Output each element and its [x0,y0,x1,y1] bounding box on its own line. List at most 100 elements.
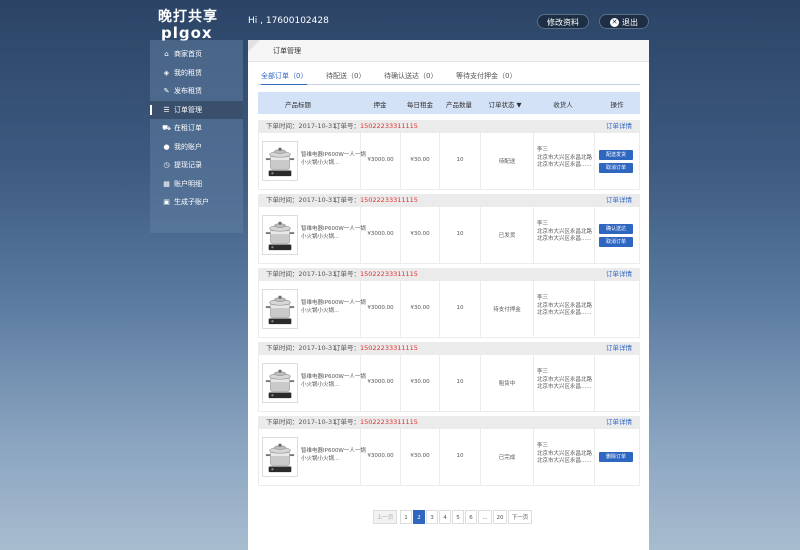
page-button-2[interactable]: 2 [413,510,425,524]
quantity-value: 10 [456,305,464,311]
order-action-button[interactable]: 取消订单 [599,237,633,247]
product-image[interactable] [262,437,298,477]
tab-pending-deposit[interactable]: 等待支付押金（0） [456,71,516,85]
order-detail-link[interactable]: 订单详情 [606,416,632,429]
order-action-button[interactable]: 配送发货 [599,150,633,160]
quantity-value-cell: 10 [440,207,481,263]
rent-value-cell: ¥30.00 [401,207,440,263]
home-icon: ⌂ [164,50,169,58]
sidebar-item-5[interactable]: ● 我的账户 [150,138,243,157]
tab-pending-delivery[interactable]: 待配送（0） [326,71,365,85]
order-detail-link[interactable]: 订单详情 [606,268,632,281]
page-button-ellipsis[interactable]: ... [478,510,492,524]
order-number-value: 15022233311115 [360,270,418,278]
receiver-address-1: 北京市大兴区永昌北路 [537,376,593,383]
order-number-value: 15022233311115 [360,122,418,130]
receiver-name: 李三 [537,147,549,153]
rent-value: ¥30.00 [410,453,430,459]
page-button-1[interactable]: 1 [400,510,412,524]
sidebar-item-8[interactable]: ▣ 生成子账户 [150,193,243,212]
order-tabs: 全部订单（0） 待配送（0） 待确认送达（0） 等待支付押金（0） [258,71,640,85]
th-receiver: 收货人 [553,101,573,109]
logout-button[interactable]: ✕ 退出 [599,14,649,29]
order-action-button[interactable]: 删除订单 [599,452,633,462]
sidebar-item-0[interactable]: ⌂ 商家首页 [150,45,243,64]
table-header: 产品标题 押金 每日租金 产品数量 订单状态 ▼ 收货人 操作 [258,92,640,114]
product-image[interactable] [262,215,298,255]
order-detail-link[interactable]: 订单详情 [606,120,632,133]
tab-all-orders[interactable]: 全部订单（0） [261,71,308,85]
next-page-button[interactable]: 下一页 [508,510,532,524]
status-value: 已完成 [498,455,516,461]
rent-value-cell: ¥30.00 [401,133,440,189]
sidebar-item-label: 我的租赁 [174,68,202,77]
product-image[interactable] [262,289,298,329]
product-image[interactable] [262,141,298,181]
product-cell: 智维电器IP600W一人一锅小火锅小火锅... [259,281,366,337]
receiver-address-2: 北京市大兴区永昌...... [537,310,592,316]
deposit-value-cell: ¥3000.00 [361,355,401,411]
page-button-20[interactable]: 20 [493,510,507,524]
rent-value: ¥30.00 [410,305,430,311]
deposit-value-cell: ¥3000.00 [361,429,401,485]
receiver-info: 李三 北京市大兴区永昌北路 北京市大兴区永昌...... [537,443,592,466]
edit-profile-button[interactable]: 修改资料 [537,14,589,29]
order-row: 智维电器IP600W一人一锅小火锅小火锅... ¥3000.00 ¥30.00 10 待… [258,281,640,338]
page-title-bar: 订单管理 [248,40,649,62]
status-value: 租赁中 [498,381,516,387]
receiver-name: 李三 [537,443,549,449]
sidebar-item-6[interactable]: ◷ 提现记录 [150,156,243,175]
actions-cell [595,355,641,411]
status-value: 待配送 [498,159,516,165]
page-button-4[interactable]: 4 [439,510,451,524]
sidebar-item-4[interactable]: ⛟ 在租订单 [150,119,243,138]
deposit-value: ¥3000.00 [367,157,394,163]
product-name[interactable]: 智维电器IP600W一人一锅小火锅小火锅... [301,225,367,241]
th-status[interactable]: 订单状态 ▼ [480,99,530,109]
sidebar-item-2[interactable]: ✎ 发布租赁 [150,82,243,101]
order-row: 智维电器IP600W一人一锅小火锅小火锅... ¥3000.00 ¥30.00 10 租… [258,355,640,412]
logo-en: plgox [161,24,213,42]
product-cell: 智维电器IP600W一人一锅小火锅小火锅... [259,207,366,263]
product-name[interactable]: 智维电器IP600W一人一锅小火锅小火锅... [301,151,367,167]
sidebar-item-label: 订单管理 [174,105,202,114]
th-deposit: 押金 [373,101,387,109]
rent-value-cell: ¥30.00 [401,429,440,485]
order-header: 下单时间：2017-10-31 订单号：15022233311115 订单详情 [258,194,640,207]
deposit-value-cell: ¥3000.00 [361,133,401,189]
product-name[interactable]: 智维电器IP600W一人一锅小火锅小火锅... [301,373,367,389]
order-detail-link[interactable]: 订单详情 [606,194,632,207]
sidebar-item-label: 在租订单 [174,124,202,132]
receiver-cell: 李三 北京市大兴区永昌北路 北京市大兴区永昌...... [534,133,595,189]
order-number: 订单号：15022233311115 [334,342,418,355]
page-button-5[interactable]: 5 [452,510,464,524]
order-number-value: 15022233311115 [360,418,418,426]
actions-cell: 配送发货 取消订单 [595,133,641,189]
page-button-6[interactable]: 6 [465,510,477,524]
prev-page-button[interactable]: 上一页 [373,510,397,524]
th-status-label: 订单状态 [488,101,515,109]
product-image[interactable] [262,363,298,403]
product-name[interactable]: 智维电器IP600W一人一锅小火锅小火锅... [301,299,367,315]
sidebar-item-1[interactable]: ◈ 我的租赁 [150,64,243,83]
page-button-3[interactable]: 3 [426,510,438,524]
status-value-cell: 待支付押金 [481,281,534,337]
order-action-button[interactable]: 确认送达 [599,224,633,234]
logo-cn: 晚打共享 [158,9,218,25]
order-header: 下单时间：2017-10-31 订单号：15022233311115 订单详情 [258,342,640,355]
th-actions: 操作 [610,101,624,109]
rent-value-cell: ¥30.00 [401,355,440,411]
grid-icon: ▦ [163,179,170,188]
order-number-value: 15022233311115 [360,344,418,352]
order-time: 下单时间：2017-10-31 [266,196,337,204]
receiver-address-1: 北京市大兴区永昌北路 [537,302,593,309]
order-action-button[interactable]: 取消订单 [599,163,633,173]
sidebar-item-7[interactable]: ▦ 账户明细 [150,175,243,194]
order-detail-link[interactable]: 订单详情 [606,342,632,355]
sidebar-item-label: 账户明细 [174,179,202,188]
sidebar-item-3[interactable]: ☰ 订单管理 [150,100,243,119]
receiver-address-2: 北京市大兴区永昌...... [537,384,592,390]
order-number: 订单号：15022233311115 [334,194,418,207]
product-name[interactable]: 智维电器IP600W一人一锅小火锅小火锅... [301,447,367,463]
tab-pending-confirm[interactable]: 待确认送达（0） [384,71,437,85]
